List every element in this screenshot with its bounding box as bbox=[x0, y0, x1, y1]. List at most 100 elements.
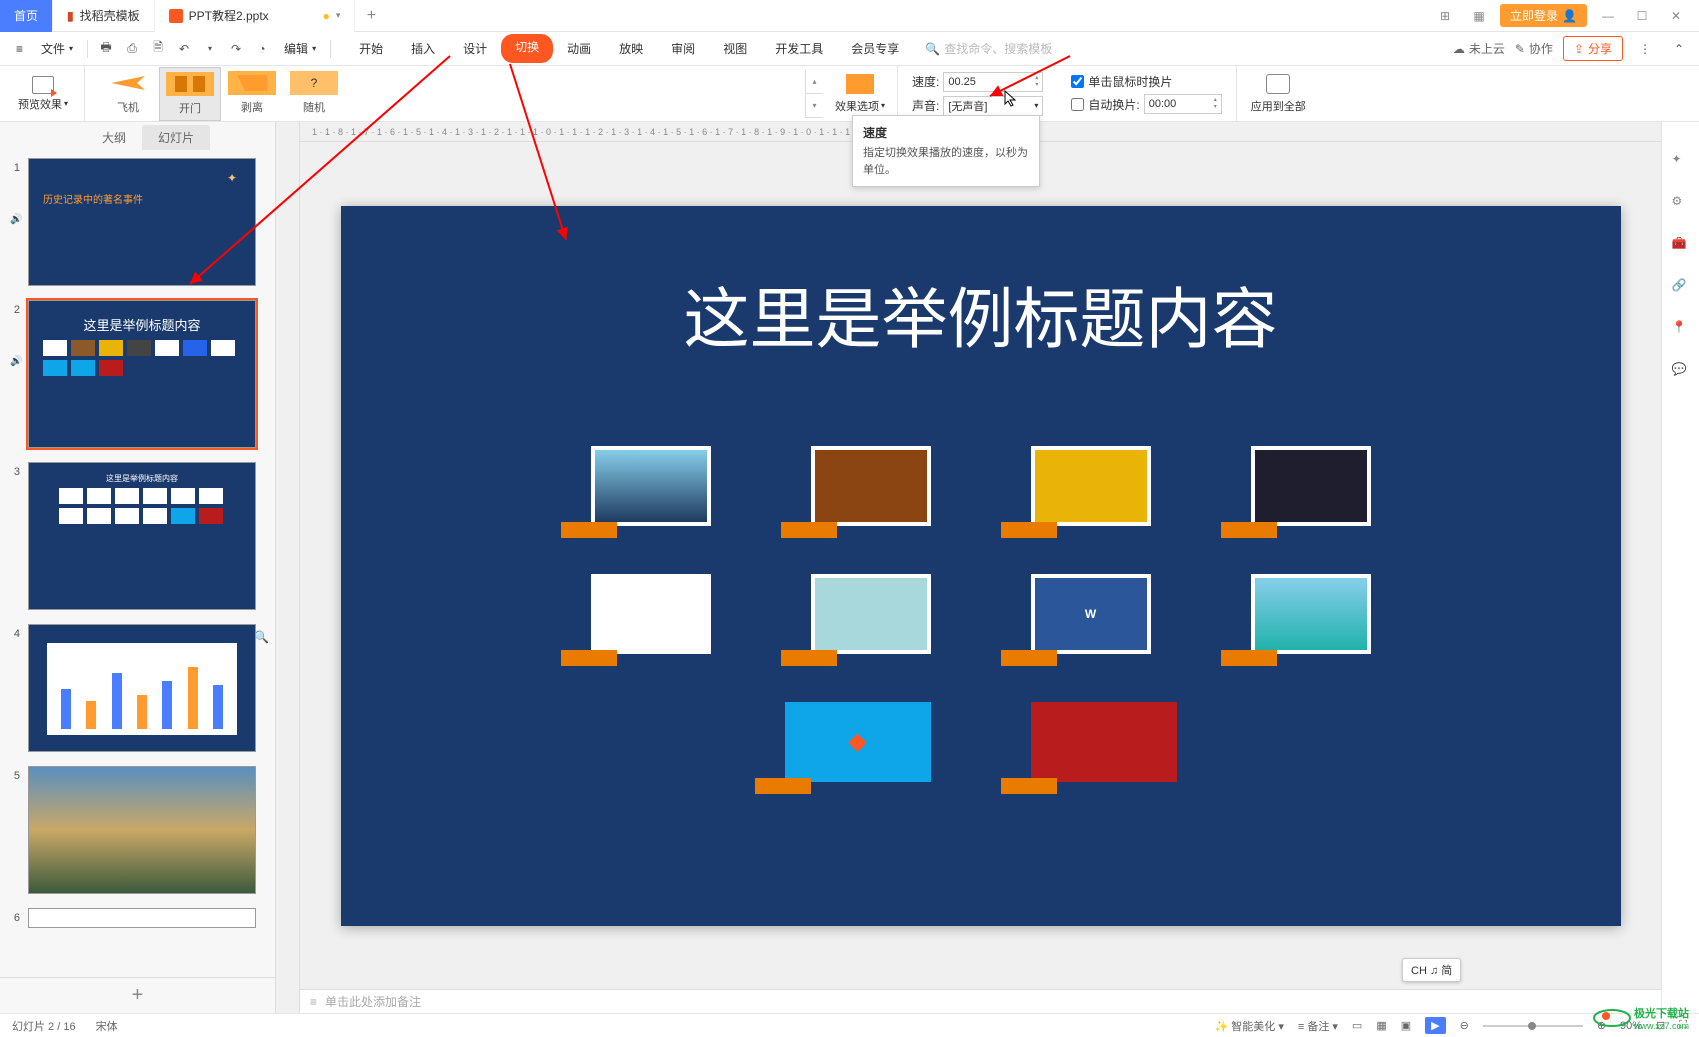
cloud-status[interactable]: ☁ 未上云 bbox=[1453, 40, 1505, 57]
beautify-button[interactable]: ✨ 智能美化 ▾ bbox=[1215, 1018, 1284, 1034]
redo-icon[interactable]: ↷ bbox=[224, 37, 248, 61]
login-button[interactable]: 立即登录 👤 bbox=[1500, 4, 1587, 27]
spin-down-icon[interactable]: ▾ bbox=[1035, 82, 1038, 89]
grid-item[interactable] bbox=[1251, 446, 1371, 538]
scroll-up-icon[interactable]: ▴ bbox=[806, 70, 823, 94]
spin-up-icon[interactable]: ▴ bbox=[1035, 75, 1038, 82]
preview-label[interactable]: 预览效果 bbox=[18, 96, 62, 112]
save-icon[interactable]: 🖶 bbox=[94, 37, 118, 61]
command-search[interactable]: 🔍 查找命令、搜索模板 bbox=[925, 40, 1052, 57]
tab-slideshow[interactable]: 放映 bbox=[605, 34, 657, 63]
tab-view[interactable]: 视图 bbox=[709, 34, 761, 63]
slide-thumb-2[interactable]: 这里是举例标题内容 bbox=[28, 300, 256, 448]
toolbox-icon[interactable]: 🧰 bbox=[1672, 236, 1690, 254]
chevron-down-icon[interactable]: ▾ bbox=[198, 37, 222, 61]
slide-thumb-4[interactable] bbox=[28, 624, 256, 752]
close-button[interactable]: ✕ bbox=[1663, 3, 1689, 29]
grid-item[interactable] bbox=[1031, 702, 1177, 794]
location-icon[interactable]: 📍 bbox=[1672, 320, 1690, 338]
design-icon[interactable]: ✦ bbox=[1672, 152, 1690, 170]
effect-options[interactable]: 效果选项 ▾ bbox=[823, 66, 898, 121]
tab-design[interactable]: 设计 bbox=[449, 34, 501, 63]
transition-peel[interactable]: 剥离 bbox=[221, 67, 283, 121]
grid-item[interactable]: W bbox=[1031, 574, 1151, 666]
grid-item[interactable] bbox=[591, 574, 711, 666]
sound-select[interactable]: [无声音] ▾ bbox=[943, 96, 1043, 116]
grid-item[interactable] bbox=[591, 446, 711, 538]
chevron-down-icon: ▾ bbox=[1034, 101, 1038, 110]
link-icon[interactable]: 🔗 bbox=[1672, 278, 1690, 296]
tab-transition[interactable]: 切换 bbox=[501, 34, 553, 63]
speed-input[interactable]: 00.25 ▴▾ bbox=[943, 72, 1043, 92]
preview-icon[interactable] bbox=[32, 76, 54, 94]
tab-insert[interactable]: 插入 bbox=[397, 34, 449, 63]
format-painter-icon[interactable]: ◔ bbox=[250, 37, 274, 61]
print-preview-icon[interactable]: 🗎 bbox=[146, 37, 170, 61]
apply-to-all[interactable]: 应用到全部 bbox=[1237, 74, 1320, 114]
view-normal-icon[interactable]: ▭ bbox=[1352, 1019, 1362, 1032]
grid-item[interactable] bbox=[1031, 446, 1151, 538]
grid-item[interactable] bbox=[811, 446, 931, 538]
slide-thumb-1[interactable]: 历史记录中的著名事件 ✦ bbox=[28, 158, 256, 286]
apps-icon[interactable]: ▦ bbox=[1466, 3, 1492, 29]
view-slideshow-icon[interactable]: ▶ bbox=[1425, 1017, 1445, 1034]
new-tab-button[interactable]: + bbox=[355, 7, 387, 25]
tab-member[interactable]: 会员专享 bbox=[837, 34, 913, 63]
transition-plane[interactable]: 飞机 bbox=[97, 67, 159, 121]
auto-advance-checkbox[interactable] bbox=[1071, 98, 1084, 111]
ime-indicator[interactable]: CH ♫ 简 bbox=[1402, 958, 1461, 982]
share-button[interactable]: ⇪ 分享 bbox=[1563, 36, 1623, 61]
tab-dropdown-icon[interactable]: ▾ bbox=[336, 10, 341, 21]
transition-doors[interactable]: 开门 bbox=[159, 67, 221, 121]
tab-start[interactable]: 开始 bbox=[345, 34, 397, 63]
notes-toggle[interactable]: ≡ 备注 ▾ bbox=[1298, 1018, 1338, 1034]
slide-thumb-5[interactable] bbox=[28, 766, 256, 894]
home-tab[interactable]: 首页 bbox=[0, 0, 53, 32]
tab-developer[interactable]: 开发工具 bbox=[761, 34, 837, 63]
edit-menu[interactable]: 编辑 ▾ bbox=[276, 36, 324, 61]
comment-icon[interactable]: 💬 bbox=[1672, 362, 1690, 380]
print-icon[interactable]: ⎙ bbox=[120, 37, 144, 61]
more-icon[interactable]: ⋮ bbox=[1633, 37, 1657, 61]
view-sorter-icon[interactable]: ▦ bbox=[1376, 1019, 1386, 1032]
thumbnails-tab[interactable]: 幻灯片 bbox=[142, 125, 210, 150]
slide-canvas[interactable]: 这里是举例标题内容 W ◆ bbox=[341, 206, 1621, 926]
scroll-down-icon[interactable]: ▾ bbox=[806, 94, 823, 118]
layout-icon[interactable]: ⊞ bbox=[1432, 3, 1458, 29]
zoom-slider[interactable] bbox=[1483, 1025, 1583, 1027]
chevron-down-icon[interactable]: ▾ bbox=[64, 99, 68, 108]
auto-time-input[interactable]: 00:00 ▴▾ bbox=[1144, 94, 1222, 114]
view-reading-icon[interactable]: ▣ bbox=[1401, 1019, 1411, 1032]
slide-thumb-6[interactable] bbox=[28, 908, 256, 928]
spin-down-icon[interactable]: ▾ bbox=[1214, 104, 1217, 111]
tab-animation[interactable]: 动画 bbox=[553, 34, 605, 63]
notes-bar[interactable]: ≡ 单击此处添加备注 bbox=[300, 989, 1661, 1013]
grid-item[interactable] bbox=[811, 574, 931, 666]
hamburger-icon[interactable]: ≡ bbox=[8, 38, 31, 60]
outline-tab[interactable]: 大纲 bbox=[86, 125, 142, 150]
slide-title[interactable]: 这里是举例标题内容 bbox=[341, 266, 1621, 362]
transition-random[interactable]: ? 随机 bbox=[283, 67, 345, 121]
file-menu[interactable]: 文件 ▾ bbox=[33, 36, 81, 61]
document-tab[interactable]: PPT教程2.pptx ● ▾ bbox=[155, 0, 356, 32]
zoom-out-icon[interactable]: ⊖ bbox=[1460, 1019, 1469, 1032]
minimize-button[interactable]: — bbox=[1595, 3, 1621, 29]
undo-icon[interactable]: ↶ bbox=[172, 37, 196, 61]
slide-viewport[interactable]: 这里是举例标题内容 W ◆ bbox=[300, 142, 1661, 989]
template-tab[interactable]: ▮ 找稻壳模板 bbox=[53, 0, 155, 32]
collapse-ribbon-icon[interactable]: ⌃ bbox=[1667, 37, 1691, 61]
grid-item[interactable] bbox=[1251, 574, 1371, 666]
settings-icon[interactable]: ⚙ bbox=[1672, 194, 1690, 212]
spin-up-icon[interactable]: ▴ bbox=[1214, 97, 1217, 104]
collab-icon: ✎ bbox=[1515, 42, 1525, 56]
slide-thumb-3[interactable]: 这里是举例标题内容 bbox=[28, 462, 256, 610]
maximize-button[interactable]: ☐ bbox=[1629, 3, 1655, 29]
gallery-expand[interactable]: ▴ ▾ bbox=[805, 70, 823, 118]
collab-button[interactable]: ✎ 协作 bbox=[1515, 40, 1553, 57]
thumbnails[interactable]: 1 🔊 历史记录中的著名事件 ✦ 2 🔊 这里是举例标题内容 bbox=[0, 152, 275, 977]
grid-item[interactable]: ◆ bbox=[785, 702, 931, 794]
workspace: 大纲 幻灯片 1 🔊 历史记录中的著名事件 ✦ 2 🔊 这里是举例标题内容 bbox=[0, 122, 1699, 1013]
tab-review[interactable]: 审阅 bbox=[657, 34, 709, 63]
click-advance-checkbox[interactable] bbox=[1071, 75, 1084, 88]
add-slide-button[interactable]: + bbox=[0, 977, 275, 1013]
